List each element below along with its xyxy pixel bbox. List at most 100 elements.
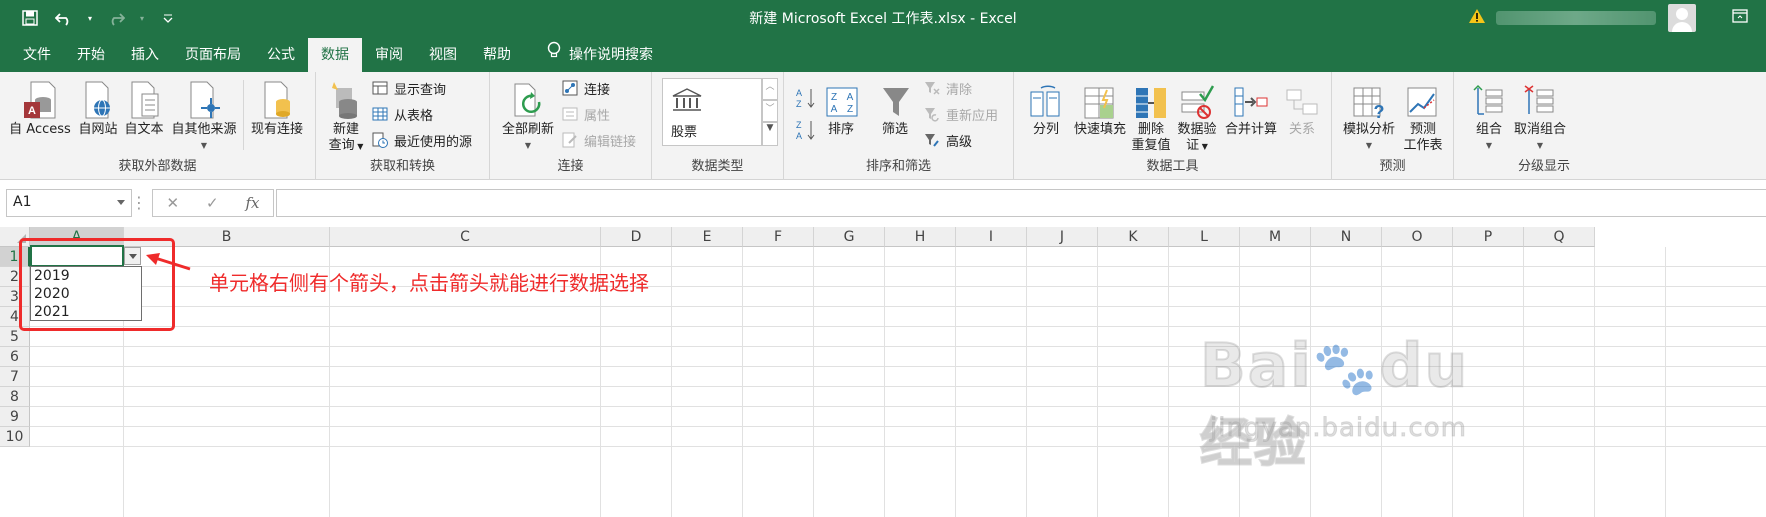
what-if-analysis-button[interactable]: ? 模拟分析 ▼ <box>1340 78 1398 154</box>
gallery-more-icon[interactable]: ▼ <box>762 122 778 146</box>
chevron-down-icon: ▼ <box>524 141 532 150</box>
column-header-d[interactable]: D <box>601 227 672 247</box>
new-query-label-2: 查询 <box>328 138 355 153</box>
column-header-f[interactable]: F <box>743 227 814 247</box>
text-to-columns-icon <box>1026 78 1066 120</box>
existing-connections-label: 现有连接 <box>250 122 303 137</box>
tab-formulas[interactable]: 公式 <box>254 38 308 72</box>
reapply-button[interactable]: 重新应用 <box>924 104 998 124</box>
advanced-button[interactable]: 高级 <box>924 130 972 150</box>
name-box[interactable]: A1 <box>6 189 132 217</box>
ribbon-tabs: 文件 开始 插入 页面布局 公式 数据 审阅 视图 帮助 操作说明搜索 <box>0 36 1766 72</box>
column-header-c[interactable]: C <box>330 227 601 247</box>
properties-button[interactable]: 属性 <box>562 104 610 124</box>
gridline <box>30 386 1766 387</box>
recent-sources-button[interactable]: 最近使用的源 <box>372 130 472 150</box>
filter-button[interactable]: 筛选 <box>876 78 914 138</box>
tab-help[interactable]: 帮助 <box>470 38 524 72</box>
flash-fill-button[interactable]: 快速填充 <box>1070 78 1130 138</box>
column-header-i[interactable]: I <box>956 227 1027 247</box>
cancel-icon[interactable]: ✕ <box>166 194 179 212</box>
chevron-down-icon: ▼ <box>1536 141 1544 150</box>
formula-input[interactable] <box>276 189 1766 217</box>
edit-links-button[interactable]: 编辑链接 <box>562 130 636 150</box>
remove-duplicates-button[interactable]: 删除 重复值 <box>1130 78 1172 154</box>
column-header-j[interactable]: J <box>1027 227 1098 247</box>
from-table-button[interactable]: 从表格 <box>372 104 433 124</box>
account-name-blurred[interactable] <box>1496 11 1656 25</box>
insert-function-icon[interactable]: fx <box>246 194 260 212</box>
from-other-sources-button[interactable]: 自其他来源 ▼ <box>168 78 240 154</box>
column-header-p[interactable]: P <box>1453 227 1524 247</box>
consolidate-button[interactable]: 合并计算 <box>1222 78 1280 138</box>
existing-connections-icon <box>257 78 297 120</box>
gallery-down-icon[interactable]: ﹀ <box>762 100 778 122</box>
data-validation-label-1: 数据验 <box>1177 122 1217 137</box>
sort-za-icon[interactable]: ZA <box>796 118 818 146</box>
connections-icon <box>562 80 578 96</box>
row-header-8[interactable]: 8 <box>0 387 30 407</box>
from-text-button[interactable]: 自文本 <box>122 78 166 138</box>
tab-view[interactable]: 视图 <box>416 38 470 72</box>
column-header-e[interactable]: E <box>672 227 743 247</box>
from-web-button[interactable]: 自网站 <box>76 78 120 138</box>
data-type-gallery[interactable]: 股票 <box>662 78 762 146</box>
ribbon-display-options-icon[interactable] <box>1732 9 1748 27</box>
column-header-g[interactable]: G <box>814 227 885 247</box>
baidu-watermark: Bai🐾du经验 jingyan.baidu.com <box>1190 287 1490 475</box>
show-queries-label: 显示查询 <box>394 82 447 98</box>
flash-fill-icon <box>1080 78 1120 120</box>
advanced-label: 高级 <box>946 134 973 150</box>
enter-icon[interactable]: ✓ <box>206 194 219 212</box>
new-query-button[interactable]: 新建 查询 ▼ <box>324 78 368 155</box>
row-header-6[interactable]: 6 <box>0 347 30 367</box>
worksheet-grid[interactable]: A B C D E F G H I J K L M N O P Q 1 2 3 … <box>0 227 1766 517</box>
data-validation-button[interactable]: 数据验 证 ▼ <box>1174 78 1220 155</box>
group-label: 连接 <box>557 159 584 174</box>
gridline <box>30 346 1766 347</box>
tab-review[interactable]: 审阅 <box>362 38 416 72</box>
row-header-9[interactable]: 9 <box>0 407 30 427</box>
avatar[interactable] <box>1668 4 1696 32</box>
forecast-sheet-button[interactable]: 预测 工作表 <box>1400 78 1446 154</box>
column-header-h[interactable]: H <box>885 227 956 247</box>
tab-insert[interactable]: 插入 <box>118 38 172 72</box>
column-header-q[interactable]: Q <box>1524 227 1595 247</box>
tab-home[interactable]: 开始 <box>64 38 118 72</box>
existing-connections-button[interactable]: 现有连接 <box>247 78 307 138</box>
refresh-all-button[interactable]: 全部刷新 ▼ <box>498 78 558 154</box>
remove-duplicates-icon <box>1131 78 1171 120</box>
column-header-n[interactable]: N <box>1311 227 1382 247</box>
warning-icon[interactable] <box>1468 8 1486 28</box>
group-outline: 组合 ▼ 取消组合 ▼ 分级显示 <box>1454 72 1766 180</box>
column-header-m[interactable]: M <box>1240 227 1311 247</box>
row-header-7[interactable]: 7 <box>0 367 30 387</box>
text-to-columns-button[interactable]: 分列 <box>1026 78 1066 138</box>
tell-me-search[interactable]: 操作说明搜索 <box>534 38 666 72</box>
show-queries-button[interactable]: 显示查询 <box>372 78 446 98</box>
gallery-up-icon[interactable]: ︿ <box>762 78 778 100</box>
group-button[interactable]: 组合 ▼ <box>1468 78 1510 154</box>
data-validation-label-2: 证 <box>1186 138 1200 153</box>
sort-button[interactable]: ZAAZ 排序 <box>822 78 860 138</box>
svg-text:A: A <box>28 105 36 117</box>
ungroup-button[interactable]: 取消组合 ▼ <box>1510 78 1570 154</box>
name-box-value: A1 <box>13 194 32 210</box>
sort-az-icon[interactable]: AZ <box>796 86 818 114</box>
column-header-o[interactable]: O <box>1382 227 1453 247</box>
row-header-10[interactable]: 10 <box>0 427 30 447</box>
tab-page-layout[interactable]: 页面布局 <box>172 38 254 72</box>
chevron-down-icon: ▼ <box>200 141 208 150</box>
relationships-button[interactable]: 关系 <box>1282 78 1322 138</box>
tab-file[interactable]: 文件 <box>10 38 64 72</box>
group-label: 排序和筛选 <box>865 159 931 174</box>
resize-handle-icon[interactable]: ⋮ <box>131 193 147 212</box>
connections-button[interactable]: 连接 <box>562 78 610 98</box>
chevron-down-icon[interactable] <box>117 200 125 205</box>
from-access-button[interactable]: A 自 Access <box>8 78 72 138</box>
svg-text:Z: Z <box>831 92 837 103</box>
column-header-l[interactable]: L <box>1169 227 1240 247</box>
tab-data[interactable]: 数据 <box>308 38 362 72</box>
column-header-k[interactable]: K <box>1098 227 1169 247</box>
clear-button[interactable]: 清除 <box>924 78 972 98</box>
